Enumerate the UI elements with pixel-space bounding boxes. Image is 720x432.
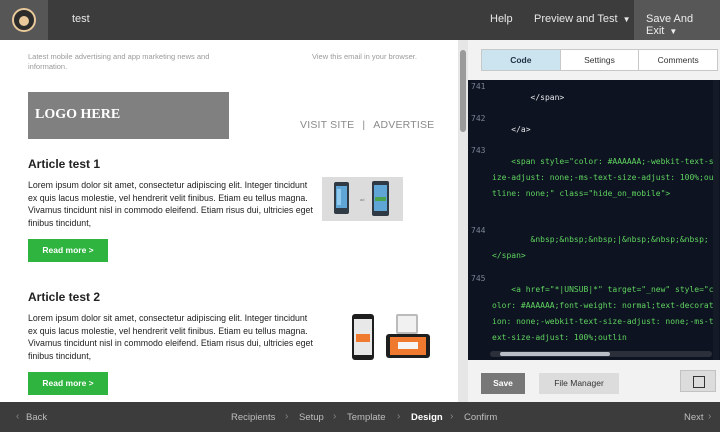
scrollbar-thumb[interactable] <box>460 50 466 132</box>
code-vertical-scrollbar[interactable] <box>713 80 719 360</box>
save-and-exit-menu[interactable]: Save And Exit ▼ <box>634 0 720 40</box>
article-title: Article test 2 <box>28 290 101 304</box>
code-text: <span style="color: #AAAAAA;-webkit-text… <box>492 157 714 198</box>
line-number: 743 <box>471 146 486 155</box>
preheader-text: Latest mobile advertising and app market… <box>28 52 210 71</box>
preview-label: Preview and Test <box>534 13 618 25</box>
read-more-button[interactable]: Read more > <box>28 372 108 395</box>
preview-scrollbar[interactable] <box>458 40 468 402</box>
svg-text:ad: ad <box>360 197 364 202</box>
mailchimp-logo-icon[interactable] <box>0 0 48 40</box>
chevron-right-icon: › <box>285 411 289 422</box>
step-setup[interactable]: Setup <box>299 412 324 423</box>
header-links: VISIT SITE | ADVERTISE <box>300 119 434 131</box>
step-design[interactable]: Design <box>411 412 443 423</box>
tab-code[interactable]: Code <box>482 50 561 70</box>
line-number: 744 <box>471 226 486 235</box>
step-template[interactable]: Template <box>347 412 386 423</box>
code-horizontal-scrollbar[interactable] <box>490 351 712 357</box>
article-body: Lorem ipsum dolor sit amet, consectetur … <box>28 313 313 361</box>
email-preview: Latest mobile advertising and app market… <box>0 40 458 402</box>
code-text: </a> <box>492 125 531 134</box>
top-bar: test Help Preview and Test ▼ Save And Exi… <box>0 0 720 40</box>
preview-and-test-menu[interactable]: Preview and Test ▼ <box>534 13 631 25</box>
chevron-left-icon: ‹ <box>16 411 20 422</box>
article-title: Article test 1 <box>28 157 101 171</box>
visit-site-link[interactable]: VISIT SITE <box>300 119 354 131</box>
line-number: 741 <box>471 82 486 91</box>
link-separator: | <box>362 119 366 131</box>
code-text: &nbsp;&nbsp;&nbsp;|&nbsp;&nbsp;&nbsp;</s… <box>492 235 709 260</box>
code-text: </span> <box>492 93 565 102</box>
line-number: 742 <box>471 114 486 123</box>
chevron-down-icon: ▼ <box>669 27 678 36</box>
chevron-right-icon: › <box>708 411 712 422</box>
campaign-title: test <box>72 13 90 25</box>
article-image[interactable] <box>350 312 430 362</box>
article-image[interactable]: ad <box>322 177 403 221</box>
step-confirm[interactable]: Confirm <box>464 412 497 423</box>
editor-panel: Code Settings Comments 741 </span> 742 <… <box>468 40 720 402</box>
article-block[interactable]: Article test 1 Lorem ipsum dolor sit ame… <box>28 157 432 269</box>
chevron-right-icon: › <box>333 411 337 422</box>
read-more-button[interactable]: Read more > <box>28 239 108 262</box>
bottom-step-bar: ‹ Back Recipients › Setup › Template › D… <box>0 402 720 432</box>
scrollbar-thumb[interactable] <box>500 352 610 356</box>
article-body: Lorem ipsum dolor sit amet, consectetur … <box>28 180 313 228</box>
next-button[interactable]: Next <box>684 412 704 423</box>
tab-comments[interactable]: Comments <box>639 50 717 70</box>
line-number: 745 <box>471 274 486 283</box>
advertise-link[interactable]: ADVERTISE <box>373 119 434 131</box>
article-block[interactable]: Article test 2 Lorem ipsum dolor sit ame… <box>28 290 432 402</box>
chevron-right-icon: › <box>397 411 401 422</box>
file-manager-button[interactable]: File Manager <box>539 373 619 394</box>
tab-settings[interactable]: Settings <box>561 50 640 70</box>
code-editor[interactable]: 741 </span> 742 </a> 743 <span style="co… <box>468 80 720 360</box>
back-button[interactable]: Back <box>26 412 47 423</box>
chevron-down-icon: ▼ <box>622 15 631 24</box>
save-button[interactable]: Save <box>481 373 525 394</box>
logo-placeholder[interactable]: LOGO HERE <box>28 92 229 139</box>
help-link[interactable]: Help <box>490 13 513 25</box>
step-recipients[interactable]: Recipients <box>231 412 275 423</box>
view-in-browser-link[interactable]: View this email in your browser. <box>312 52 417 61</box>
code-text: <a href="*|UNSUB|*" target="_new" style=… <box>492 285 714 342</box>
editor-tabs: Code Settings Comments <box>481 49 718 71</box>
expand-icon[interactable] <box>680 370 716 392</box>
chevron-right-icon: › <box>450 411 454 422</box>
